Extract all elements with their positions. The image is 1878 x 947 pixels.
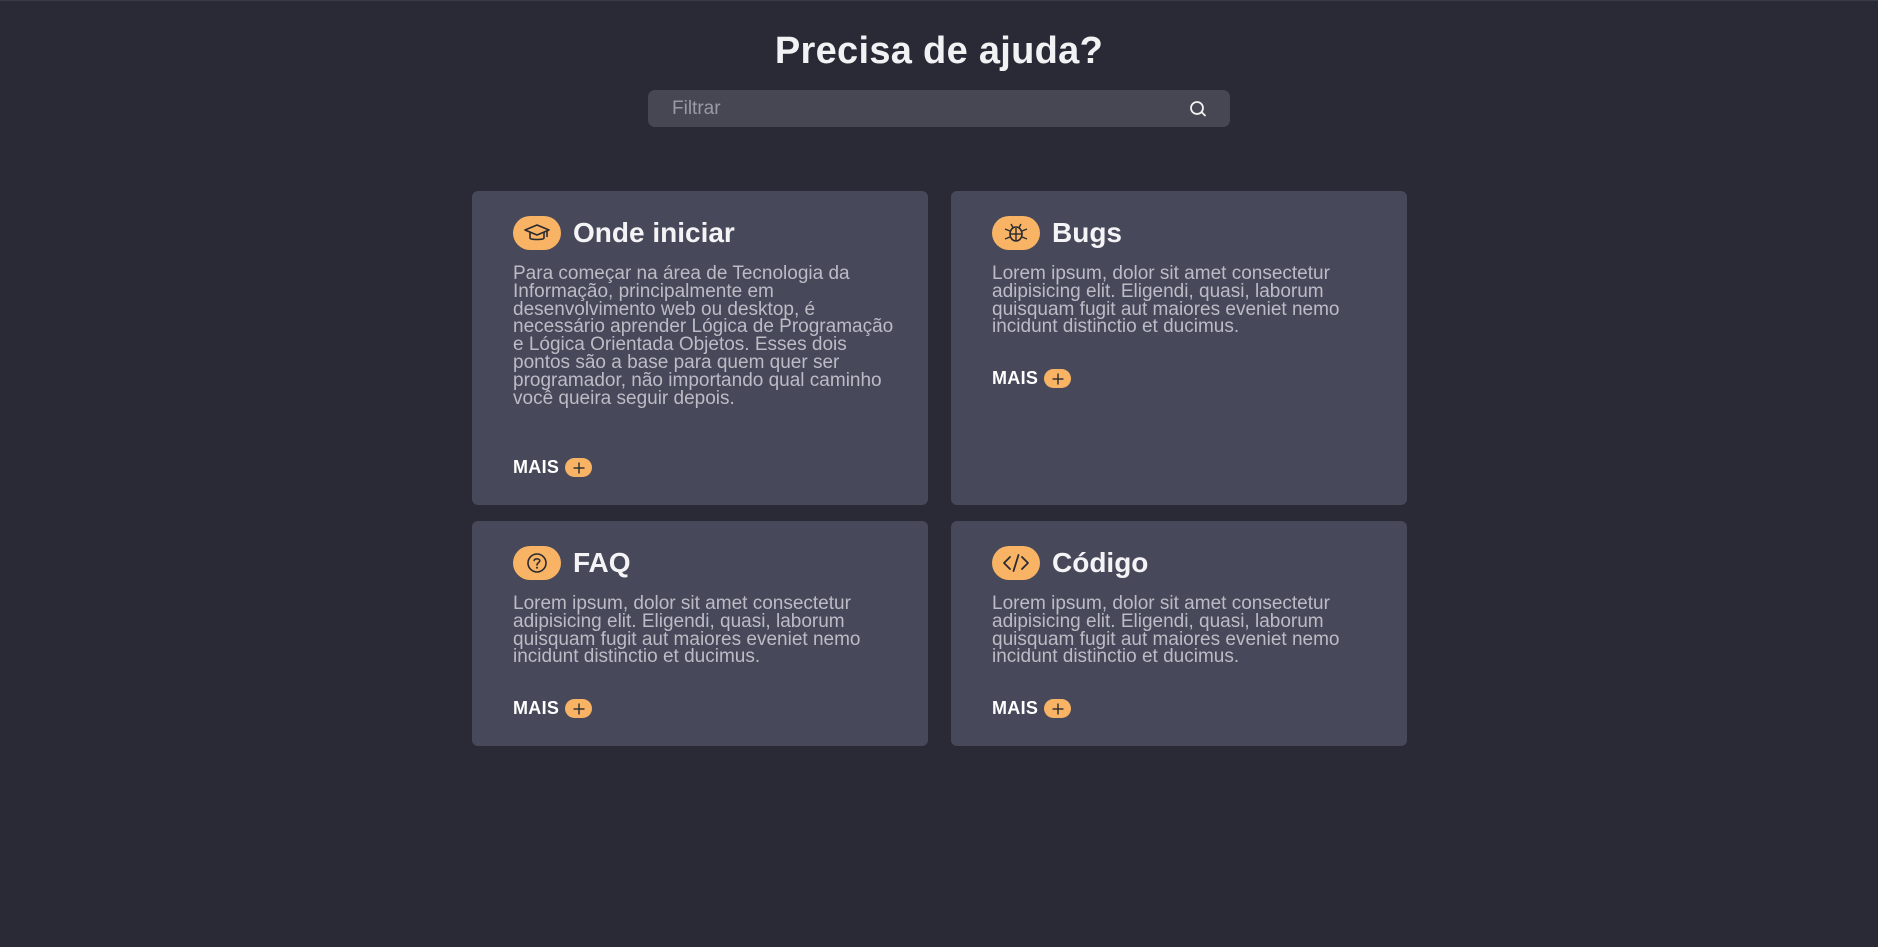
card-onde-iniciar: Onde iniciar Para começar na área de Tec… — [472, 191, 928, 505]
card-header: Bugs — [992, 216, 1122, 250]
card-title: Código — [1052, 547, 1149, 578]
page-title: Precisa de ajuda? — [774, 30, 1104, 72]
plus-icon — [1044, 699, 1072, 718]
bug-icon — [992, 216, 1040, 250]
question-circle-icon — [513, 546, 561, 580]
more-button[interactable]: MAIS — [992, 698, 1072, 719]
card-bugs: Bugs Lorem ipsum, dolor sit amet consect… — [951, 191, 1407, 505]
card-header: Onde iniciar — [513, 216, 735, 250]
plus-icon — [1044, 369, 1072, 388]
more-button[interactable]: MAIS — [513, 457, 593, 478]
card-faq: FAQ Lorem ipsum, dolor sit amet consecte… — [472, 521, 928, 746]
card-header: Código — [992, 546, 1148, 580]
more-label: MAIS — [513, 698, 560, 718]
card-title: FAQ — [573, 547, 631, 578]
search-input[interactable] — [648, 90, 1178, 127]
card-codigo: Código Lorem ipsum, dolor sit amet conse… — [951, 521, 1407, 746]
search-icon[interactable] — [1187, 100, 1209, 118]
card-description: Lorem ipsum, dolor sit amet consectetur … — [992, 263, 1340, 338]
card-description: Lorem ipsum, dolor sit amet consectetur … — [513, 593, 861, 668]
card-title: Onde iniciar — [573, 217, 735, 248]
card-title: Bugs — [1052, 217, 1122, 248]
card-header: FAQ — [513, 546, 631, 580]
more-button[interactable]: MAIS — [513, 698, 593, 719]
more-label: MAIS — [992, 368, 1039, 388]
plus-icon — [565, 699, 593, 718]
search-box — [648, 90, 1230, 127]
code-icon — [992, 546, 1040, 580]
card-description: Para começar na área de Tecnologia da In… — [513, 263, 894, 409]
plus-icon — [565, 458, 593, 477]
graduation-cap-icon — [513, 216, 561, 250]
more-label: MAIS — [513, 457, 560, 477]
card-description: Lorem ipsum, dolor sit amet consectetur … — [992, 593, 1340, 668]
more-label: MAIS — [992, 698, 1039, 718]
more-button[interactable]: MAIS — [992, 368, 1072, 389]
